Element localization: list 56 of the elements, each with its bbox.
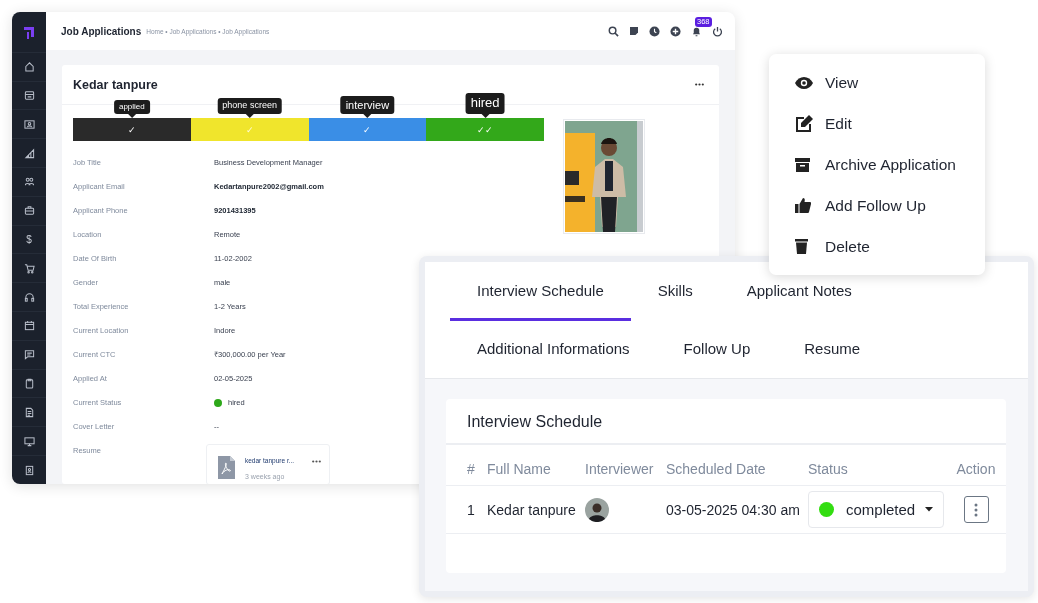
clip-icon[interactable] (23, 378, 35, 390)
logo-icon (22, 24, 36, 39)
monitor-icon[interactable] (23, 435, 35, 447)
cal-icon[interactable] (23, 320, 35, 332)
table-cell: 03-05-2025 04:30 am (666, 485, 808, 534)
tab[interactable]: Resume (777, 321, 888, 378)
status-dropdown[interactable]: completed (808, 491, 945, 528)
search-icon[interactable] (608, 25, 619, 37)
trash-icon (795, 239, 808, 254)
chat-icon[interactable] (23, 349, 35, 361)
menu-item[interactable]: Archive Application (769, 144, 985, 185)
kebab-menu-button[interactable] (963, 496, 989, 523)
caret-icon (925, 507, 934, 512)
column-header: Full Name (487, 445, 585, 486)
more-icon[interactable] (312, 460, 321, 463)
power-icon[interactable] (712, 25, 723, 37)
id-icon[interactable] (23, 118, 35, 130)
menu-item[interactable]: View (769, 62, 985, 103)
kebab-icon (974, 502, 978, 517)
home-icon[interactable] (23, 61, 35, 73)
column-header: # (446, 445, 487, 486)
tab[interactable]: Additional Informations (450, 321, 657, 378)
column-header: Status (808, 445, 946, 486)
card-title: Interview Schedule (446, 399, 1006, 445)
column-header: Interviewer (585, 445, 666, 486)
thumbs-up-icon (795, 198, 811, 213)
bell-icon[interactable] (691, 25, 702, 37)
applicant-name: Kedar tanpure (73, 77, 158, 92)
plus-circle-icon[interactable] (670, 25, 681, 37)
column-header: Action (946, 445, 1006, 486)
clock-icon[interactable] (649, 25, 660, 37)
doc-icon[interactable] (23, 406, 35, 418)
column-header: Scheduled Date (666, 445, 808, 486)
dollar-sign[interactable]: $ (26, 234, 32, 245)
note-icon[interactable] (629, 26, 639, 36)
tab[interactable]: Skills (630, 262, 720, 321)
headset-icon[interactable] (23, 291, 35, 303)
more-icon[interactable] (695, 83, 704, 86)
pdf-file-icon (218, 456, 235, 479)
eye-icon (795, 76, 813, 89)
archive-icon (795, 157, 810, 172)
card-icon[interactable] (23, 89, 35, 101)
contact-icon[interactable] (23, 464, 35, 476)
avatar (585, 497, 609, 522)
tab[interactable]: Interview Schedule (450, 262, 631, 321)
users-icon[interactable] (23, 176, 35, 188)
cart-icon[interactable] (23, 262, 35, 274)
chart-icon[interactable] (23, 147, 35, 159)
tab[interactable]: Follow Up (656, 321, 778, 378)
menu-item[interactable]: Add Follow Up (769, 185, 985, 226)
table-cell: Kedar tanpure (487, 485, 585, 534)
page-title: Job Applications (61, 25, 142, 37)
table-cell: 1 (446, 485, 487, 534)
menu-item[interactable]: Edit (769, 103, 985, 144)
edit-icon (795, 115, 813, 132)
bag-icon[interactable] (23, 205, 35, 217)
